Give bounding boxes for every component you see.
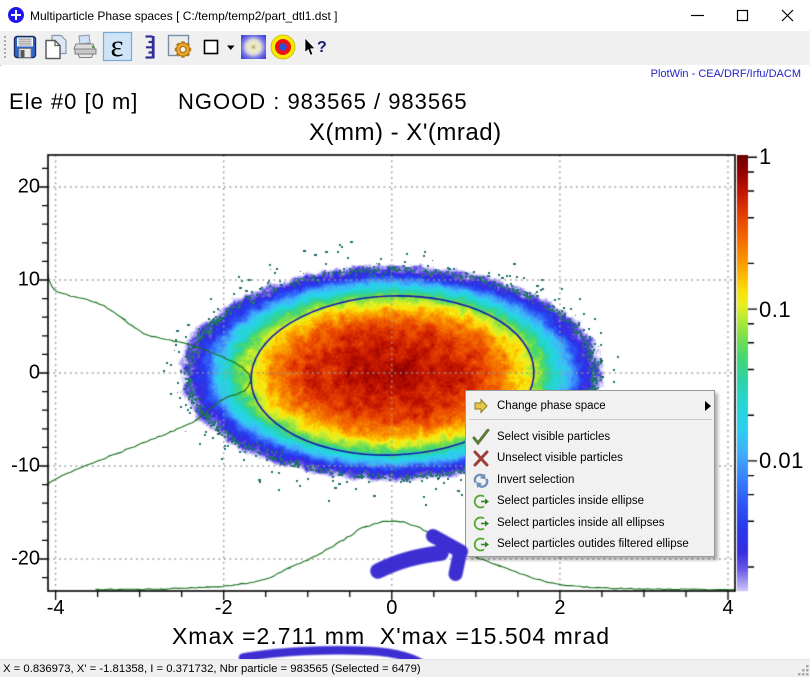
svg-text:ε: ε [110,31,123,63]
svg-text:?: ? [317,39,327,56]
